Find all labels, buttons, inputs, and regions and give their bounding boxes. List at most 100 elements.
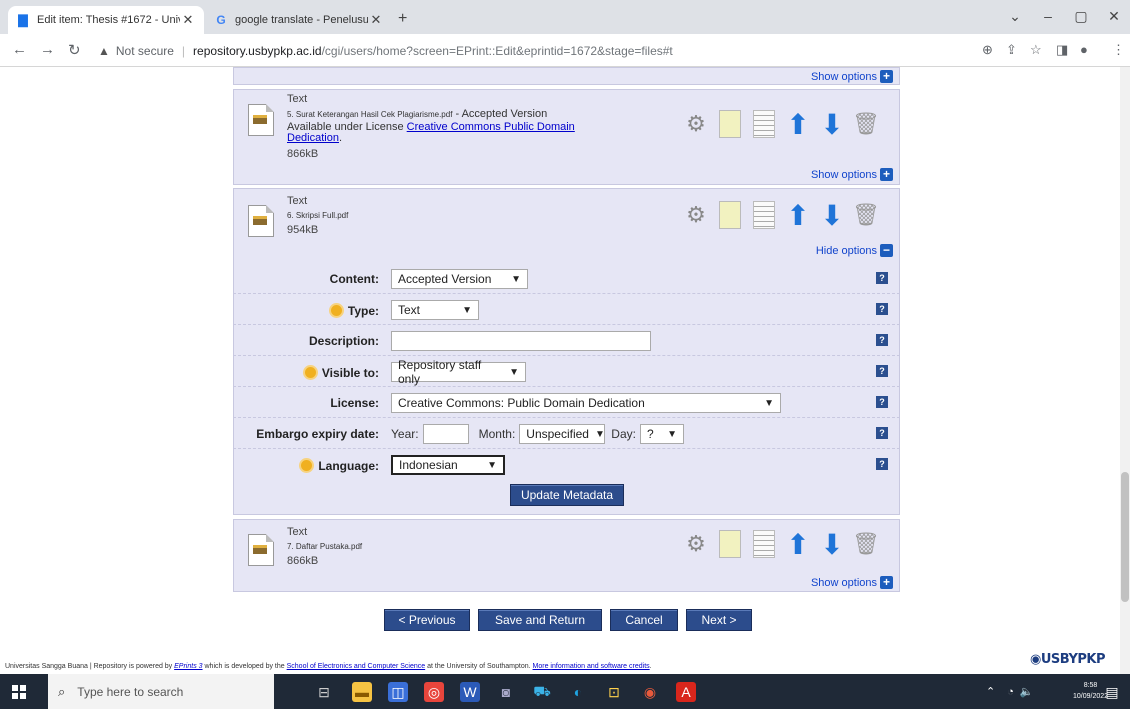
previous-button[interactable]: < Previous: [384, 609, 470, 631]
share-icon[interactable]: ⇪: [1006, 42, 1017, 58]
chrome-profile-icon[interactable]: ◉: [640, 682, 660, 702]
help-icon[interactable]: ?: [876, 458, 888, 470]
trash-icon[interactable]: 🗑: [851, 199, 881, 231]
convert-document-icon[interactable]: [715, 199, 745, 231]
trash-icon[interactable]: 🗑: [851, 528, 881, 560]
file-size: 866kB: [287, 148, 319, 160]
save-and-return-button[interactable]: Save and Return: [478, 609, 602, 631]
help-icon[interactable]: ?: [876, 396, 888, 408]
document-details-icon[interactable]: [749, 199, 779, 231]
google-icon: G: [216, 13, 226, 27]
task-view-icon[interactable]: ⊟: [314, 682, 334, 702]
next-button[interactable]: Next >: [686, 609, 752, 631]
description-input[interactable]: [391, 331, 651, 351]
visible-to-select[interactable]: Repository staff only ▼: [391, 358, 526, 386]
close-window-button[interactable]: ✕: [1099, 8, 1129, 25]
url-host: repository.usbypkp.ac.id: [193, 43, 322, 58]
type-row: Type: Text ▼ ?: [233, 295, 900, 325]
edge-icon[interactable]: ◐: [568, 682, 588, 702]
gears-icon[interactable]: ⚙: [681, 108, 711, 140]
star-icon[interactable]: ☆: [1030, 42, 1042, 58]
forward-arrow-icon[interactable]: →: [40, 41, 55, 58]
required-icon: [302, 365, 318, 380]
word-icon[interactable]: W: [460, 682, 480, 702]
license-label: License:: [330, 396, 379, 410]
tray-chevron-up-icon[interactable]: ⌃: [986, 685, 995, 698]
language-select[interactable]: Indonesian ▼: [391, 455, 505, 475]
type-select[interactable]: Text ▼: [391, 300, 479, 320]
hide-options-link[interactable]: Hide options −: [816, 244, 893, 257]
file-license: Available under License Creative Commons…: [287, 121, 575, 144]
wifi-icon[interactable]: ◔: [1007, 686, 1014, 698]
content-select[interactable]: Accepted Version ▼: [391, 269, 528, 289]
move-up-arrow-icon[interactable]: ⬆: [783, 199, 813, 231]
convert-document-icon[interactable]: [715, 108, 745, 140]
store-icon[interactable]: ⛟: [532, 682, 552, 702]
maximize-button[interactable]: ▢: [1066, 8, 1096, 25]
cancel-button[interactable]: Cancel: [610, 609, 678, 631]
tab-google-translate[interactable]: G google translate - Penelusuran G ✕: [206, 6, 392, 34]
chrome-icon[interactable]: ◎: [424, 682, 444, 702]
close-icon[interactable]: ✕: [368, 12, 384, 28]
acrobat-icon[interactable]: A: [676, 682, 696, 702]
volume-icon[interactable]: 🔈: [1020, 685, 1034, 698]
file-explorer-icon[interactable]: ▬: [352, 682, 372, 702]
menu-icon[interactable]: ⋮: [1112, 42, 1125, 58]
document-details-icon[interactable]: [749, 528, 779, 560]
shopping-bag-icon[interactable]: ⊡: [604, 682, 624, 702]
help-icon[interactable]: ?: [876, 303, 888, 315]
system-tray: ⌃ ◔ 🔈: [986, 674, 1034, 709]
windows-start-icon[interactable]: [12, 685, 26, 699]
gears-icon[interactable]: ⚙: [681, 528, 711, 560]
tab-search-button[interactable]: ⌄: [1000, 8, 1030, 25]
trash-icon[interactable]: 🗑: [851, 108, 881, 140]
mail-icon[interactable]: ◫: [388, 682, 408, 702]
sidepanel-icon[interactable]: ◨: [1056, 42, 1068, 58]
gears-icon[interactable]: ⚙: [681, 199, 711, 231]
chevron-down-icon: ▼: [509, 366, 519, 378]
month-select[interactable]: Unspecified ▼: [519, 424, 606, 444]
help-icon[interactable]: ?: [876, 365, 888, 377]
windows-taskbar: ⌕ Type here to search ⊟ ▬ ◫ ◎ W ◙ ⛟ ◐ ⊡ …: [0, 674, 1130, 709]
help-icon[interactable]: ?: [876, 427, 888, 439]
show-options-link[interactable]: Show options +: [811, 168, 893, 181]
reload-icon[interactable]: ↻: [68, 41, 81, 59]
school-link[interactable]: School of Electronics and Computer Scien…: [287, 663, 426, 670]
move-down-arrow-icon[interactable]: ⬇: [817, 108, 847, 140]
move-down-arrow-icon[interactable]: ⬇: [817, 199, 847, 231]
new-tab-button[interactable]: +: [398, 10, 407, 28]
convert-document-icon[interactable]: [715, 528, 745, 560]
warning-icon: ▲: [98, 43, 110, 58]
scrollbar-thumb[interactable]: [1121, 472, 1129, 602]
help-icon[interactable]: ?: [876, 334, 888, 346]
show-options-link[interactable]: Show options +: [811, 576, 893, 589]
document-details-icon[interactable]: [749, 108, 779, 140]
file-name: 5. Surat Keterangan Hasil Cek Plagiarism…: [287, 108, 548, 120]
move-down-arrow-icon[interactable]: ⬇: [817, 528, 847, 560]
day-select[interactable]: ? ▼: [639, 424, 684, 444]
notifications-icon[interactable]: ▤: [1102, 682, 1122, 702]
move-up-arrow-icon[interactable]: ⬆: [783, 108, 813, 140]
back-arrow-icon[interactable]: ←: [12, 41, 27, 58]
logo-emblem-icon: ◉: [1030, 652, 1041, 667]
year-input[interactable]: [422, 424, 469, 444]
eprints-link[interactable]: EPrints 3: [174, 663, 202, 670]
show-options-label: Show options: [810, 70, 877, 83]
show-options-link[interactable]: Show options +: [811, 70, 893, 83]
update-metadata-button[interactable]: Update Metadata: [510, 484, 624, 506]
help-icon[interactable]: ?: [876, 272, 888, 284]
taskbar-search[interactable]: ⌕ Type here to search: [48, 674, 274, 709]
url-field[interactable]: ▲ Not secure | repository.usbypkp.ac.id /…: [98, 39, 978, 62]
file-icon: [248, 205, 274, 237]
tab-edit-item[interactable]: ▇ Edit item: Thesis #1672 - Univers ✕: [8, 6, 204, 34]
credits-link[interactable]: More information and software credits: [533, 663, 650, 670]
license-select[interactable]: Creative Commons: Public Domain Dedicati…: [391, 393, 781, 413]
move-up-arrow-icon[interactable]: ⬆: [783, 528, 813, 560]
close-icon[interactable]: ✕: [180, 12, 196, 28]
zoom-icon[interactable]: ⊕: [982, 42, 993, 58]
camera-icon[interactable]: ◙: [496, 682, 516, 702]
minimize-button[interactable]: –: [1033, 8, 1063, 24]
profile-icon[interactable]: ●: [1080, 42, 1088, 57]
usbypkp-logo: ◉USBYPKP: [1030, 652, 1106, 667]
page-scrollbar[interactable]: [1120, 67, 1130, 674]
